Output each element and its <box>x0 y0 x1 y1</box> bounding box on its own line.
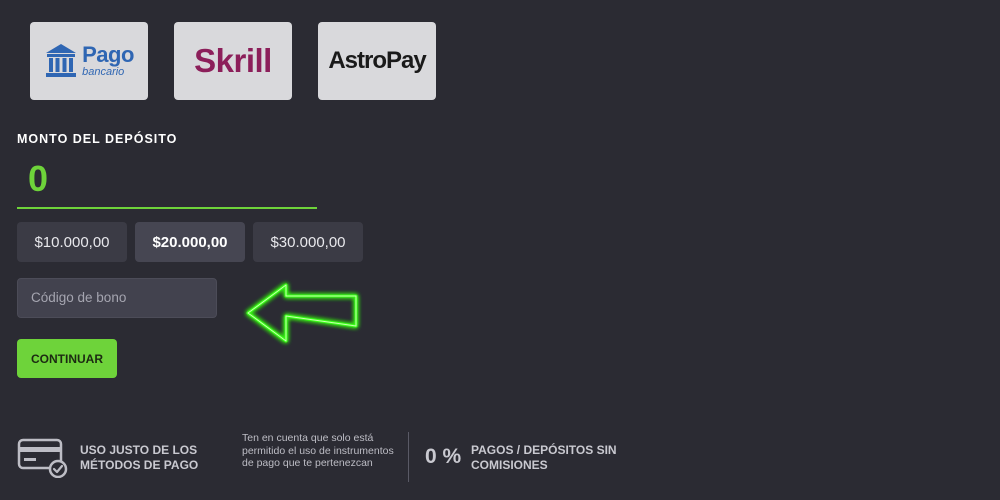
deposit-page: Pago bancario Skrill AstroPay MONTO DEL … <box>0 0 1000 500</box>
astropay-logo: AstroPay <box>328 47 426 74</box>
skrill-logo: Skrill <box>194 42 272 79</box>
bonus-code-input[interactable]: Código de bono <box>17 278 217 318</box>
preset-amount-button[interactable]: $10.000,00 <box>17 222 127 262</box>
deposit-amount-label: MONTO DEL DEPÓSITO <box>17 132 178 146</box>
payment-method-astropay[interactable]: AstroPay <box>318 22 436 100</box>
preset-amount-button[interactable]: $20.000,00 <box>135 222 245 262</box>
continue-button[interactable]: CONTINUAR <box>17 339 117 378</box>
preset-amount-button[interactable]: $30.000,00 <box>253 222 363 262</box>
payment-method-pago-bancario[interactable]: Pago bancario <box>30 22 148 100</box>
footer-info: USO JUSTO DE LOS MÉTODOS DE PAGO Ten en … <box>17 430 657 485</box>
bank-icon <box>46 44 77 77</box>
arrow-left-icon <box>246 283 358 343</box>
payment-method-skrill[interactable]: Skrill <box>174 22 292 100</box>
pago-logo-text: Pago <box>82 42 134 67</box>
pago-bancario-logo: Pago bancario <box>44 42 134 80</box>
pago-logo-subtitle: bancario <box>82 66 125 78</box>
zero-percent-label: 0 % <box>425 445 462 468</box>
deposit-amount-input[interactable]: 0 <box>17 155 317 209</box>
fair-use-title: USO JUSTO DE LOS MÉTODOS DE PAGO <box>80 443 199 472</box>
no-commission-text: PAGOS / DEPÓSITOS SIN COMISIONES <box>471 443 617 472</box>
preset-amounts: $10.000,00 $20.000,00 $30.000,00 <box>17 222 363 262</box>
fair-use-note: Ten en cuenta que solo está permitido el… <box>242 432 394 469</box>
payment-methods: Pago bancario Skrill AstroPay <box>30 22 436 100</box>
footer-divider <box>408 432 409 482</box>
credit-card-check-icon <box>17 438 68 478</box>
